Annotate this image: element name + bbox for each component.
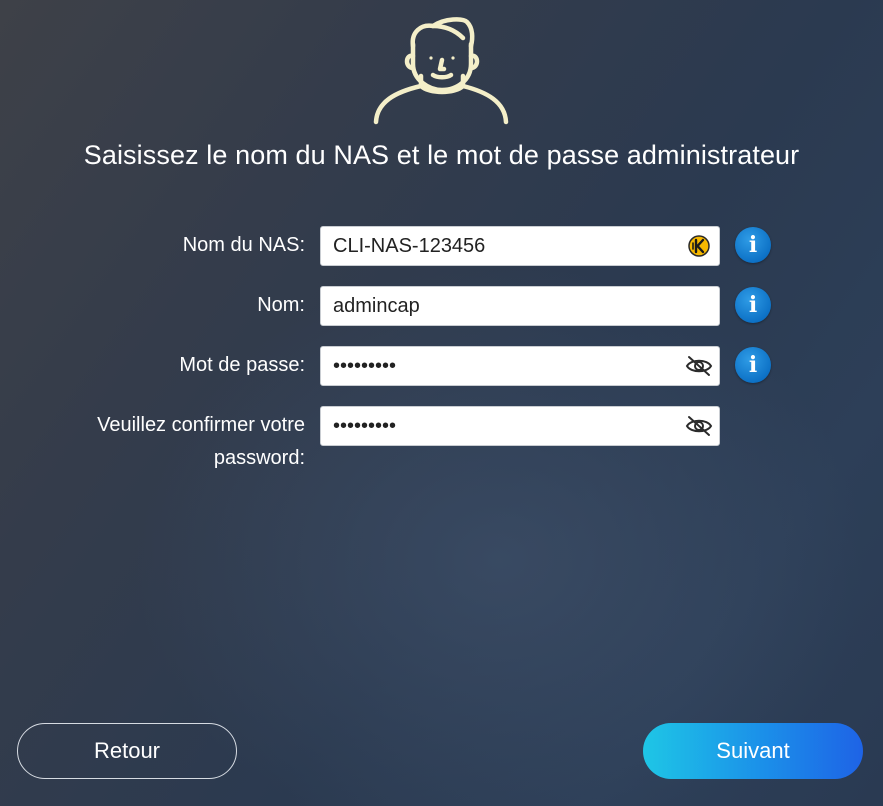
nas-name-label: Nom du NAS:: [182, 234, 305, 256]
back-button[interactable]: Retour: [17, 723, 237, 779]
confirm-password-label-line2: password:: [213, 447, 305, 469]
keeper-autofill-icon[interactable]: [679, 227, 719, 265]
password-info-icon[interactable]: i: [735, 347, 771, 383]
name-field[interactable]: [320, 286, 720, 326]
eye-slash-icon[interactable]: [679, 407, 719, 445]
eye-slash-icon[interactable]: [679, 347, 719, 385]
name-input[interactable]: [321, 287, 719, 325]
confirm-password-input[interactable]: [321, 407, 679, 445]
user-avatar-icon: [373, 17, 509, 125]
name-info-icon[interactable]: i: [735, 287, 771, 323]
confirm-password-label: Veuillez confirmer votre password:: [45, 409, 305, 475]
password-label: Mot de passe:: [179, 354, 305, 376]
confirm-password-label-line1: Veuillez confirmer votre: [97, 414, 305, 436]
page-title: Saisissez le nom du NAS et le mot de pas…: [83, 140, 800, 170]
next-button[interactable]: Suivant: [643, 723, 863, 779]
confirm-password-field[interactable]: [320, 406, 720, 446]
nas-name-field[interactable]: [320, 226, 720, 266]
name-label: Nom:: [257, 294, 305, 316]
password-input[interactable]: [321, 347, 679, 385]
nas-name-info-icon[interactable]: i: [735, 227, 771, 263]
password-field[interactable]: [320, 346, 720, 386]
nas-name-input[interactable]: [321, 227, 679, 265]
